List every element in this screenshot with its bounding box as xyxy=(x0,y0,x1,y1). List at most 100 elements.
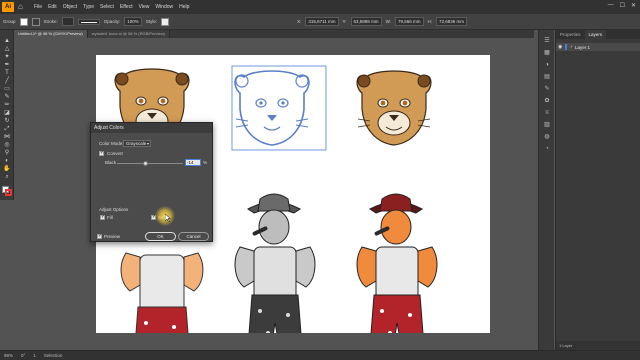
blend-tool-icon[interactable]: ◐ xyxy=(3,158,11,165)
color-icon[interactable]: ◑ xyxy=(543,62,551,69)
fill-checkbox[interactable] xyxy=(100,214,105,220)
chevron-right-icon[interactable]: › xyxy=(570,44,572,50)
swatches-icon[interactable]: ▤ xyxy=(543,74,551,81)
line-tool-icon[interactable]: ╱ xyxy=(3,78,11,85)
zoom-level[interactable]: 98% xyxy=(4,353,13,358)
maximize-icon[interactable]: ☐ xyxy=(620,2,625,9)
eyedropper-tool-icon[interactable]: ⚲ xyxy=(3,150,11,157)
eraser-tool-icon[interactable]: ◪ xyxy=(3,110,11,117)
menu-object[interactable]: Object xyxy=(63,4,77,10)
black-slider-track[interactable] xyxy=(117,163,183,164)
shape-builder-tool-icon[interactable]: ◎ xyxy=(3,142,11,149)
menu-select[interactable]: Select xyxy=(100,4,114,10)
gradient-icon[interactable]: ▨ xyxy=(543,122,551,129)
cowboy-colored-left xyxy=(120,252,204,333)
stroke-profile-select[interactable] xyxy=(77,18,100,25)
symbols-icon[interactable]: ✿ xyxy=(543,98,551,105)
y-input[interactable]: 63,5898 mm xyxy=(350,17,382,26)
type-tool-icon[interactable]: T xyxy=(3,70,11,77)
preview-label: Preview xyxy=(104,234,121,239)
cancel-button[interactable]: Cancel xyxy=(178,232,209,241)
layer-color-chip xyxy=(565,44,568,50)
menu-view[interactable]: View xyxy=(139,4,150,10)
tab-untitled-1[interactable]: Untitled-1* @ 98 % (CMYK/Preview) xyxy=(14,30,88,38)
menu-effect[interactable]: Effect xyxy=(120,4,133,10)
chevron-down-icon: ▾ xyxy=(146,141,149,146)
preview-checkbox[interactable] xyxy=(97,233,102,239)
dialog-title: Adjust Colors xyxy=(91,123,212,133)
pen-tool-icon[interactable]: ✒ xyxy=(3,62,11,69)
adjust-options-label: Adjust Options xyxy=(99,207,129,212)
adjust-colors-dialog: Adjust Colors Color Mode: Grayscale ▾ Co… xyxy=(90,122,213,242)
minimize-icon[interactable]: — xyxy=(608,2,614,9)
status-bar: 98% 0° 1 Selection xyxy=(0,350,640,360)
tools-panel: ▲ △ ✦ ✒ T ╱ ▭ ✎ ✏ ◪ ↻ ⤢ ⋈ ◎ ⚲ ◐ ✋ ⌕ xyxy=(0,30,14,200)
black-slider-knob[interactable] xyxy=(142,161,148,166)
stroke-color-swatch[interactable] xyxy=(5,189,12,196)
opacity-input[interactable]: 100% xyxy=(124,17,142,26)
selection-tool-icon[interactable]: ▲ xyxy=(3,38,11,45)
tab-second-doc[interactable]: wyświetl. kuna ai @ 58 % (RGB/Preview) xyxy=(87,30,170,38)
opacity-label: Opacity: xyxy=(103,19,121,24)
tab-layers[interactable]: Layers xyxy=(584,30,607,39)
paintbrush-tool-icon[interactable]: ✎ xyxy=(3,94,11,101)
artboard-number[interactable]: 1 xyxy=(33,353,36,358)
convert-checkbox[interactable] xyxy=(99,150,104,156)
appearance-icon[interactable]: ◔ xyxy=(543,146,551,153)
ok-button[interactable]: OK xyxy=(145,232,176,241)
menu-file[interactable]: File xyxy=(34,4,42,10)
eye-icon[interactable]: ◉ xyxy=(558,44,562,50)
layer-row[interactable]: ◉ › Layer 1 xyxy=(556,43,640,51)
transparency-icon[interactable]: ◍ xyxy=(543,134,551,141)
stroke-label: Stroke: xyxy=(43,19,58,24)
style-label: Style: xyxy=(145,19,158,24)
home-icon[interactable]: ⌂ xyxy=(18,2,28,12)
menu-help[interactable]: Help xyxy=(179,4,189,10)
stroke-icon[interactable]: ≡ xyxy=(543,110,551,117)
color-mode-value: Grayscale xyxy=(126,141,147,146)
libraries-icon[interactable]: ▦ xyxy=(543,50,551,57)
h-label: H: xyxy=(427,19,433,24)
rotation-value[interactable]: 0° xyxy=(21,353,25,358)
properties-icon[interactable]: ☰ xyxy=(543,38,551,45)
color-mode-select[interactable]: Grayscale ▾ xyxy=(123,140,151,147)
layers-panel: Properties Layers ◉ › Layer 1 1 Layer xyxy=(555,30,640,350)
cowboy-grayscale xyxy=(234,193,316,333)
h-input[interactable]: 72,6836 mm xyxy=(436,17,468,26)
scale-tool-icon[interactable]: ⤢ xyxy=(3,126,11,133)
tab-properties[interactable]: Properties xyxy=(556,30,585,39)
window-controls: — ☐ ✕ xyxy=(608,2,636,9)
w-input[interactable]: 79,666 mm xyxy=(394,17,424,26)
close-icon[interactable]: ✕ xyxy=(631,2,636,9)
layers-footer: 1 Layer xyxy=(556,341,640,350)
current-tool: Selection xyxy=(43,353,63,358)
hand-tool-icon[interactable]: ✋ xyxy=(3,166,11,173)
w-label: W: xyxy=(385,19,391,24)
menu-window[interactable]: Window xyxy=(155,4,173,10)
stroke-weight-input[interactable] xyxy=(61,17,74,26)
menu-edit[interactable]: Edit xyxy=(48,4,57,10)
convert-label: Convert xyxy=(107,151,123,156)
color-mode-label: Color Mode: xyxy=(99,141,124,146)
layer-name: Layer 1 xyxy=(575,44,591,50)
y-label: Y: xyxy=(342,19,347,24)
magic-wand-tool-icon[interactable]: ✦ xyxy=(3,54,11,61)
zoom-tool-icon[interactable]: ⌕ xyxy=(3,174,11,181)
style-swatch[interactable] xyxy=(161,17,170,26)
brushes-icon[interactable]: ✎ xyxy=(543,86,551,93)
panel-icon-strip: ☰ ▦ ◑ ▤ ✎ ✿ ≡ ▨ ◍ ◔ xyxy=(538,30,554,350)
direct-selection-tool-icon[interactable]: △ xyxy=(3,46,11,53)
stroke-swatch[interactable] xyxy=(31,17,40,26)
x-input[interactable]: 315,6711 mm xyxy=(305,17,339,26)
width-tool-icon[interactable]: ⋈ xyxy=(3,134,11,141)
black-value-input[interactable]: -14 xyxy=(185,159,201,166)
cowboy-colored-right xyxy=(356,193,438,333)
menu-type[interactable]: Type xyxy=(83,4,94,10)
fill-swatch[interactable] xyxy=(19,17,28,26)
rotate-tool-icon[interactable]: ↻ xyxy=(3,118,11,125)
rectangle-tool-icon[interactable]: ▭ xyxy=(3,86,11,93)
illustrator-logo-icon: Ai xyxy=(2,2,14,12)
x-label: X: xyxy=(297,19,302,24)
lion-cub-colored-right xyxy=(356,70,432,146)
pencil-tool-icon[interactable]: ✏ xyxy=(3,102,11,109)
